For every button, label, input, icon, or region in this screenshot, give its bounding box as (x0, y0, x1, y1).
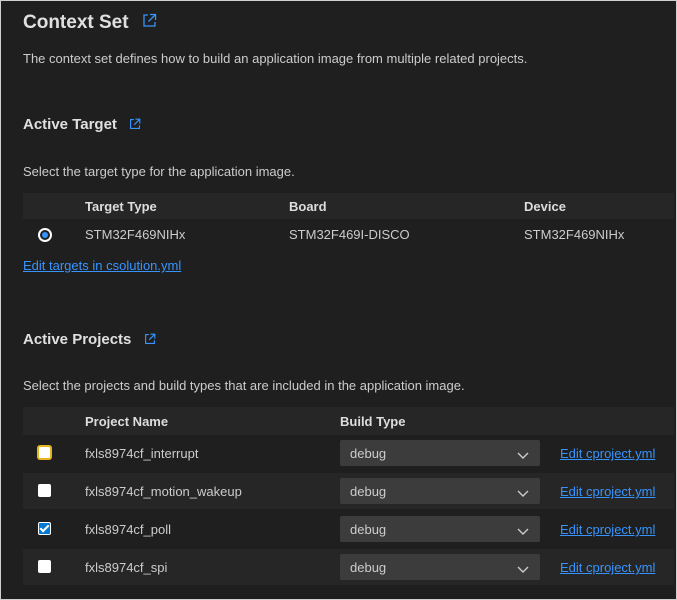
active-target-description: Select the target type for the applicati… (23, 164, 295, 179)
project-row: fxls8974cf_interrupt debug Edit cproject… (23, 435, 674, 471)
project-name: fxls8974cf_poll (85, 522, 171, 537)
chevron-down-icon (517, 524, 529, 539)
project-row: fxls8974cf_motion_wakeup debug Edit cpro… (23, 473, 674, 509)
project-checkbox[interactable] (38, 484, 51, 497)
build-type-select[interactable]: debug (340, 440, 540, 466)
project-checkbox[interactable] (38, 446, 51, 459)
context-set-panel: Context Set The context set defines how … (5, 5, 674, 595)
build-type-select[interactable]: debug (340, 554, 540, 580)
edit-cproject-link[interactable]: Edit cproject.yml (560, 484, 655, 499)
build-type-value: debug (350, 560, 387, 575)
projects-table-header: Project Name Build Type (23, 407, 674, 435)
project-name: fxls8974cf_interrupt (85, 446, 199, 461)
active-projects-description: Select the projects and build types that… (23, 378, 465, 393)
edit-cproject-link[interactable]: Edit cproject.yml (560, 522, 655, 537)
target-table-header: Target Type Board Device (23, 193, 674, 219)
window-frame: Context Set The context set defines how … (0, 0, 677, 600)
build-type-value: debug (350, 484, 387, 499)
active-target-heading: Active Target (23, 116, 141, 134)
project-name: fxls8974cf_spi (85, 560, 168, 575)
project-name: fxls8974cf_motion_wakeup (85, 484, 242, 499)
target-row: STM32F469NIHx STM32F469I-DISCO STM32F469… (23, 219, 674, 249)
build-type-select[interactable]: debug (340, 478, 540, 504)
column-header-build-type: Build Type (340, 414, 406, 429)
external-link-icon[interactable] (129, 117, 141, 134)
build-type-value: debug (350, 446, 387, 461)
column-header-target-type: Target Type (85, 199, 157, 214)
edit-cproject-link[interactable]: Edit cproject.yml (560, 446, 655, 461)
edit-cproject-link[interactable]: Edit cproject.yml (560, 560, 655, 575)
project-checkbox[interactable] (38, 560, 51, 573)
page-title-text: Context Set (23, 12, 129, 34)
page-title: Context Set (23, 12, 157, 34)
external-link-icon[interactable] (144, 332, 156, 349)
project-checkbox[interactable] (38, 522, 51, 535)
external-link-icon[interactable] (142, 12, 157, 34)
project-row: fxls8974cf_poll debug Edit cproject.yml (23, 511, 674, 547)
board-value: STM32F469I-DISCO (289, 227, 410, 242)
column-header-board: Board (289, 199, 327, 214)
edit-targets-link[interactable]: Edit targets in csolution.yml (23, 258, 181, 273)
chevron-down-icon (517, 448, 529, 463)
target-radio-button[interactable] (38, 228, 52, 242)
column-header-project-name: Project Name (85, 414, 169, 429)
chevron-down-icon (517, 486, 529, 501)
device-value: STM32F469NIHx (524, 227, 625, 242)
target-type-value: STM32F469NIHx (85, 227, 186, 242)
chevron-down-icon (517, 562, 529, 577)
project-row: fxls8974cf_spi debug Edit cproject.yml (23, 549, 674, 585)
build-type-select[interactable]: debug (340, 516, 540, 542)
page-description: The context set defines how to build an … (23, 51, 528, 66)
column-header-device: Device (524, 199, 566, 214)
active-projects-heading: Active Projects (23, 331, 156, 349)
build-type-value: debug (350, 522, 387, 537)
